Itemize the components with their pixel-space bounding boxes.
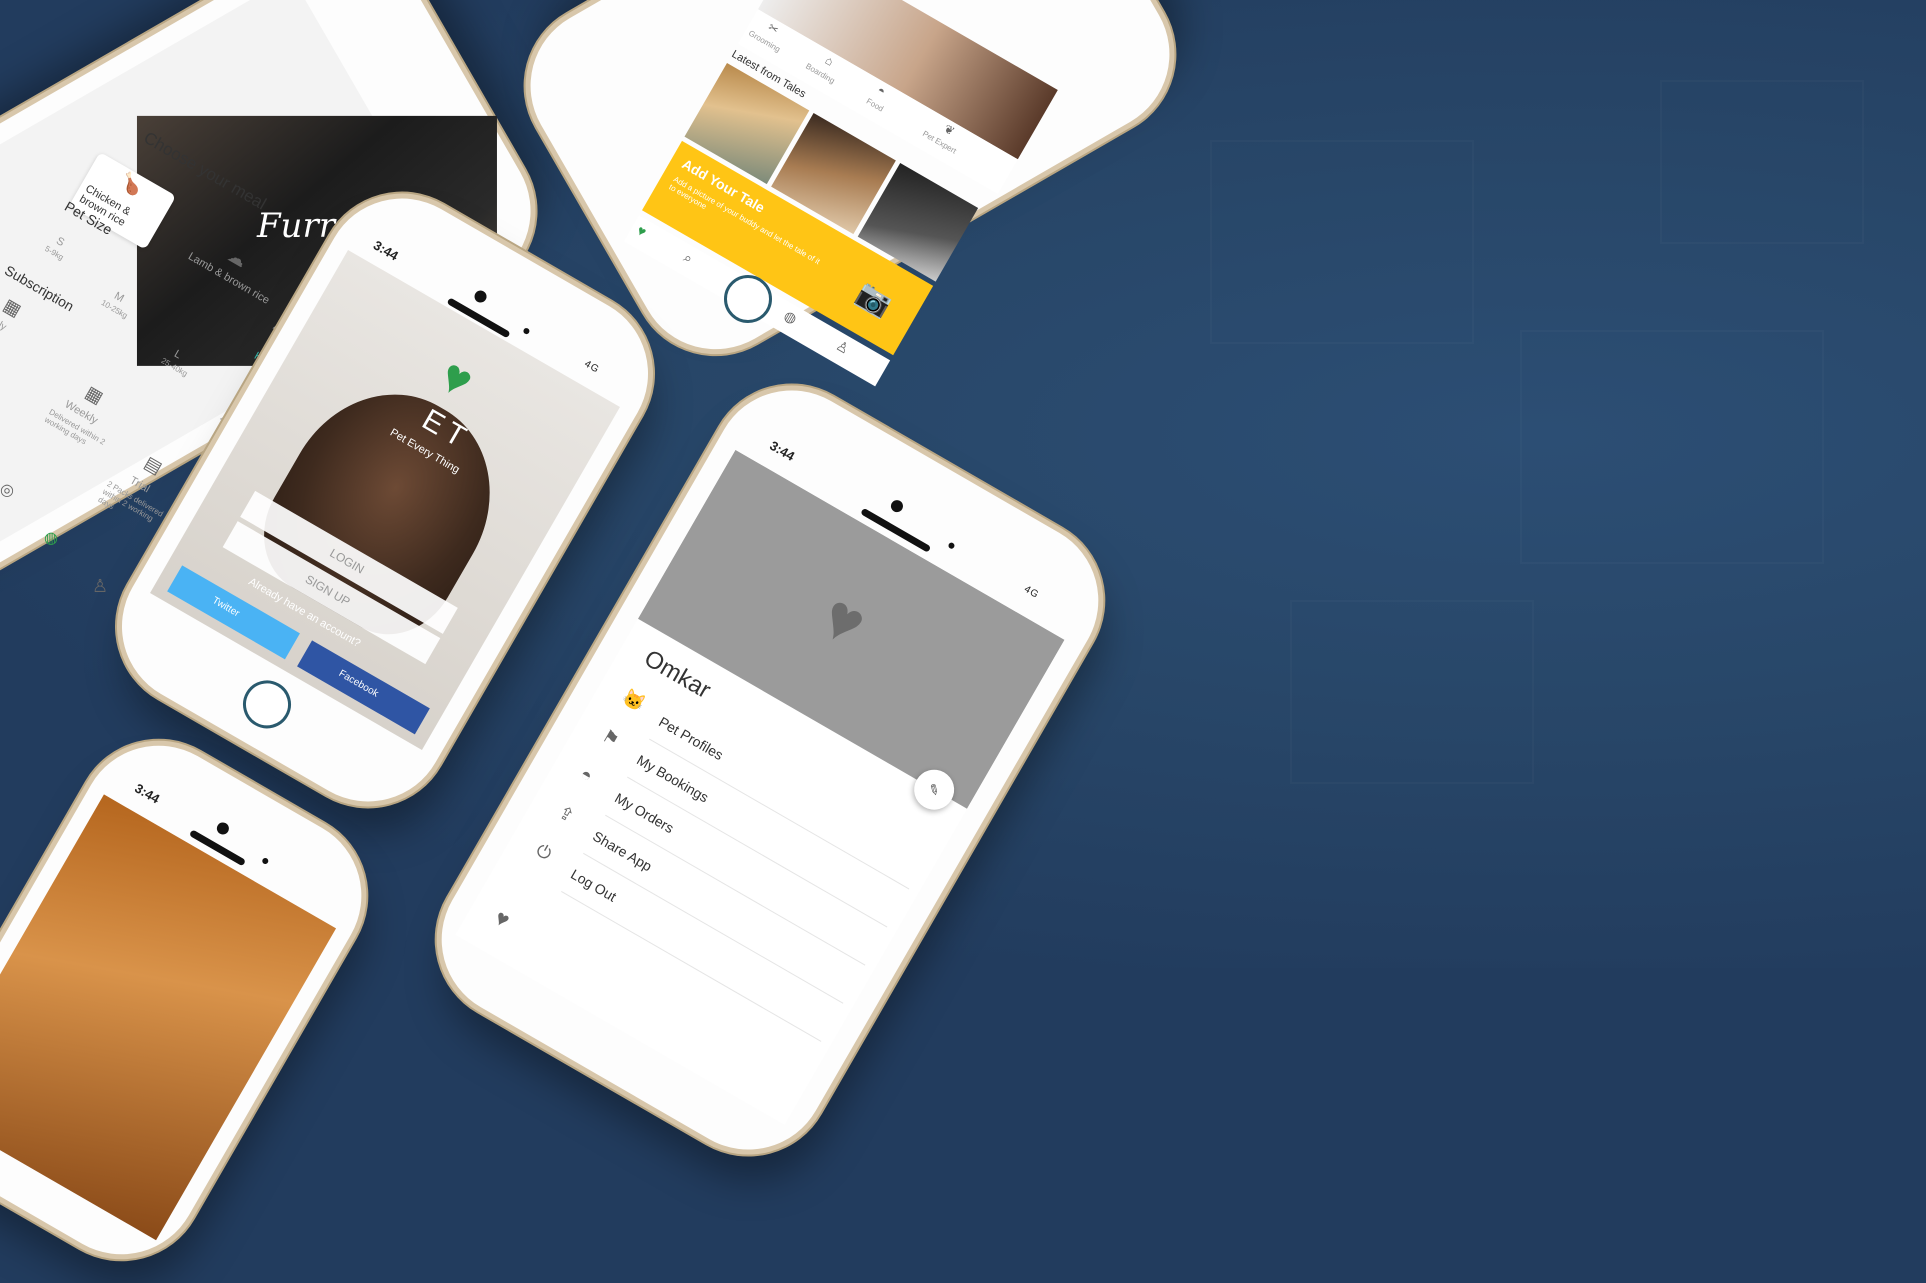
sensor-dot <box>522 326 531 336</box>
front-camera <box>472 288 489 305</box>
front-camera <box>214 820 232 837</box>
scissors-icon: ✂ <box>765 20 782 38</box>
background-pattern <box>1660 80 1864 244</box>
edit-profile-button[interactable]: ✎ <box>906 762 962 818</box>
search-tab-icon[interactable]: ⌕ <box>680 249 696 268</box>
camera-icon: 📷 <box>851 276 898 321</box>
pencil-icon: ✎ <box>925 779 944 800</box>
category-label: Boarding <box>804 61 837 86</box>
size-label: L <box>172 348 184 362</box>
subscription-option-trial[interactable]: ▤ Trial 2 Packs delivered within 2 worki… <box>97 452 189 523</box>
chicken-leg-icon: 🍗 <box>116 169 147 199</box>
status-time: 3:44 <box>132 780 163 807</box>
app-logo-small-icon: ♥ <box>490 904 515 933</box>
meal-option-chicken[interactable]: 🍗 Chicken & brown rice <box>69 152 177 250</box>
size-label: M <box>112 290 126 305</box>
size-weight: 5-9kg <box>43 244 66 262</box>
calendar-icon: ▤ <box>141 452 166 479</box>
login-home-button[interactable] <box>234 671 300 738</box>
power-icon: ⏻ <box>532 839 556 865</box>
bowl-tab-icon[interactable]: ◍ <box>44 528 58 548</box>
profile-tab-icon[interactable]: ♙ <box>833 337 852 358</box>
status-network: 4G <box>582 358 602 376</box>
home-tab-icon[interactable]: ♥ <box>634 222 649 240</box>
sensor-dot <box>947 541 956 550</box>
cat-face-icon: 🐱 <box>618 686 649 715</box>
lamb-icon: ☁ <box>224 245 251 272</box>
share-icon: ⇪ <box>554 801 578 827</box>
sensor-dot <box>261 856 270 866</box>
background-pattern <box>1290 600 1534 784</box>
status-time: 3:44 <box>767 437 798 464</box>
category-label: Food <box>864 96 886 114</box>
corner-screen <box>0 794 337 1241</box>
app-logo-icon: ♥ <box>809 579 879 661</box>
calendar-icon: ▦ <box>0 294 25 321</box>
subscription-option-weekly[interactable]: ▦ Weekly Delivered within 2 working days <box>43 382 131 447</box>
bowl-icon: ◓ <box>874 83 888 99</box>
status-time: 3:44 <box>370 237 401 264</box>
size-label: S <box>54 235 67 250</box>
tales-home-button[interactable] <box>724 275 772 323</box>
bookmark-icon: ⚑ <box>598 725 623 751</box>
facebook-button-label: Facebook <box>336 668 381 700</box>
meal-option-lamb[interactable]: ☁ Lamb & brown rice <box>177 228 274 316</box>
background-pattern <box>1210 140 1474 344</box>
status-network: 4G <box>1022 583 1041 602</box>
camera-tab-icon[interactable]: ◎ <box>0 480 14 500</box>
leaf-icon: ❦ <box>941 121 958 139</box>
bowl-tab-icon[interactable]: ◍ <box>781 307 800 328</box>
calendar-icon: ▦ <box>82 381 107 408</box>
front-camera <box>888 497 906 515</box>
app-logo-icon: ♥ <box>430 348 482 410</box>
profile-tab-icon[interactable]: ♙ <box>92 576 108 597</box>
twitter-button-label: Twitter <box>210 595 242 620</box>
house-icon: ⌂ <box>822 53 837 69</box>
background-pattern <box>1520 330 1824 564</box>
bowl-icon: ◓ <box>576 763 597 787</box>
subscription-label: nly <box>0 317 9 334</box>
